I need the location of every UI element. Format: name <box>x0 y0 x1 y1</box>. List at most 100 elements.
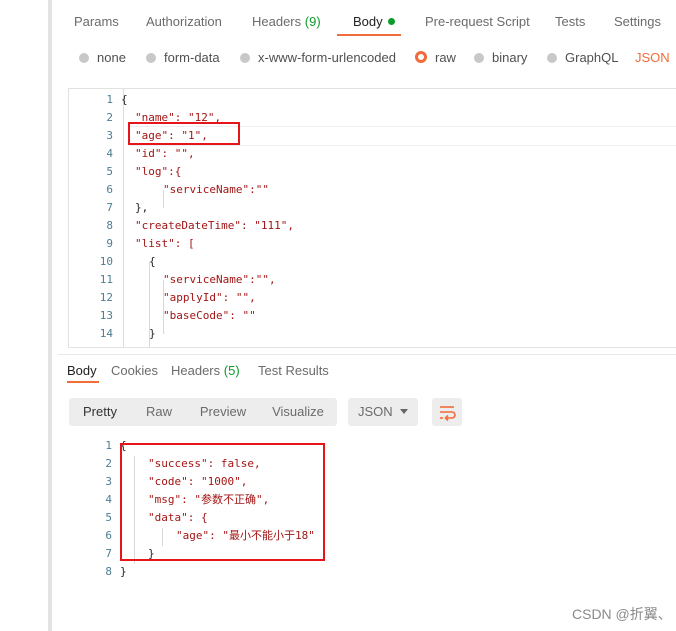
request-tab-bar: Params Authorization Headers (9) Body Pr… <box>58 10 676 34</box>
gutter-divider <box>123 89 124 347</box>
line-number: 6 <box>106 183 113 196</box>
tab-label: Authorization <box>146 14 222 29</box>
line-number: 5 <box>106 165 113 178</box>
line-number: 12 <box>99 291 113 304</box>
code-text: "id": "", <box>135 147 195 160</box>
panel-resize-handle[interactable] <box>48 0 52 631</box>
response-tab-test-results[interactable]: Test Results <box>258 363 329 378</box>
line-number: 2 <box>106 111 113 124</box>
view-raw-button[interactable]: Raw <box>131 398 187 426</box>
code-text: } <box>149 327 156 340</box>
tab-params[interactable]: Params <box>74 10 119 34</box>
tab-label: Headers <box>252 14 302 29</box>
radio-form-data[interactable]: form-data <box>146 48 220 68</box>
response-tab-cookies[interactable]: Cookies <box>111 363 158 378</box>
highlight-annotation-box <box>128 122 240 145</box>
radio-circle-icon <box>79 53 89 63</box>
view-preview-button[interactable]: Preview <box>187 398 259 426</box>
tab-label: Body <box>353 14 383 29</box>
radio-label: binary <box>492 50 528 65</box>
line-number: 8 <box>106 219 113 232</box>
response-tab-bar: Body Cookies Headers (5) Test Results <box>58 354 676 383</box>
code-text: }, <box>135 201 149 214</box>
line-number: 9 <box>106 237 113 250</box>
tab-authorization[interactable]: Authorization <box>146 10 222 34</box>
radio-label: form-data <box>164 50 220 65</box>
line-number: 5 <box>105 511 112 524</box>
line-number: 4 <box>106 147 113 160</box>
code-text: "applyId": "", <box>163 291 256 304</box>
headers-count-badge: (9) <box>304 14 321 29</box>
line-number: 3 <box>105 475 112 488</box>
code-text: "baseCode": "" <box>163 309 256 322</box>
line-number: 7 <box>105 547 112 560</box>
view-pretty-button[interactable]: Pretty <box>69 398 131 426</box>
radio-raw[interactable]: raw <box>415 48 456 68</box>
watermark: CSDN @折翼、 <box>572 606 672 622</box>
request-pane: Params Authorization Headers (9) Body Pr… <box>58 0 676 631</box>
response-tab-body[interactable]: Body <box>67 363 97 378</box>
line-number: 3 <box>106 129 113 142</box>
radio-label: x-www-form-urlencoded <box>258 50 396 65</box>
line-number: 6 <box>105 529 112 542</box>
radio-x-www-form-urlencoded[interactable]: x-www-form-urlencoded <box>240 48 396 68</box>
line-number: 1 <box>106 93 113 106</box>
line-number: 11 <box>99 273 113 286</box>
code-text: "list": [ <box>135 237 195 250</box>
wrap-lines-button[interactable] <box>432 398 462 426</box>
tab-label: Settings <box>614 14 661 29</box>
tab-label: Headers <box>171 363 221 378</box>
view-visualize-button[interactable]: Visualize <box>259 398 337 426</box>
highlight-annotation-box <box>120 443 325 561</box>
response-tab-headers[interactable]: Headers (5) <box>171 363 240 378</box>
tab-label: Pre-request Script <box>425 14 530 29</box>
radio-graphql[interactable]: GraphQL <box>547 48 618 68</box>
tab-body[interactable]: Body <box>353 10 395 34</box>
tab-label: Cookies <box>111 363 158 378</box>
body-modified-dot-icon <box>387 18 395 25</box>
line-number: 7 <box>106 201 113 214</box>
tab-pre-request-script[interactable]: Pre-request Script <box>425 10 530 34</box>
tab-headers[interactable]: Headers (9) <box>252 10 321 34</box>
code-text: "serviceName":"", <box>163 273 276 286</box>
wrap-lines-icon <box>440 406 456 422</box>
tab-label: Body <box>67 363 97 378</box>
headers-count-badge: (5) <box>223 363 240 378</box>
line-number: 14 <box>99 327 113 340</box>
response-format-select[interactable]: JSON <box>348 398 418 426</box>
line-number: 8 <box>105 565 112 578</box>
radio-none[interactable]: none <box>79 48 126 68</box>
code-text: { <box>149 255 156 268</box>
tab-settings[interactable]: Settings <box>614 10 661 34</box>
select-value: JSON <box>358 404 393 419</box>
line-number: 4 <box>105 493 112 506</box>
radio-label: GraphQL <box>565 50 619 65</box>
radio-circle-icon <box>547 53 557 63</box>
tab-tests[interactable]: Tests <box>555 10 585 34</box>
line-number: 13 <box>99 309 113 322</box>
body-type-selector: none form-data x-www-form-urlencoded raw… <box>58 48 676 68</box>
active-tab-indicator <box>337 34 401 36</box>
line-number: 10 <box>99 255 113 268</box>
radio-selected-icon <box>415 51 427 63</box>
line-number: 1 <box>105 439 112 452</box>
code-text: "log":{ <box>135 165 182 178</box>
line-number: 2 <box>105 457 112 470</box>
code-text: { <box>121 93 128 106</box>
tab-label: Tests <box>555 14 586 29</box>
active-response-tab-indicator <box>67 381 99 383</box>
code-text: } <box>120 565 127 578</box>
chevron-down-icon <box>400 409 408 414</box>
response-view-mode-group: Pretty Raw Preview Visualize <box>69 398 337 426</box>
code-text: "createDateTime": "111", <box>135 219 294 232</box>
radio-circle-icon <box>146 53 156 63</box>
raw-format-dropdown[interactable]: JSON <box>635 48 670 68</box>
code-text: "serviceName":"" <box>163 183 269 196</box>
radio-circle-icon <box>240 53 250 63</box>
radio-label: none <box>97 50 126 65</box>
tab-label: Test Results <box>258 363 329 378</box>
radio-label: raw <box>435 50 456 65</box>
radio-binary[interactable]: binary <box>474 48 527 68</box>
tab-label: Params <box>74 14 119 29</box>
radio-circle-icon <box>474 53 484 63</box>
